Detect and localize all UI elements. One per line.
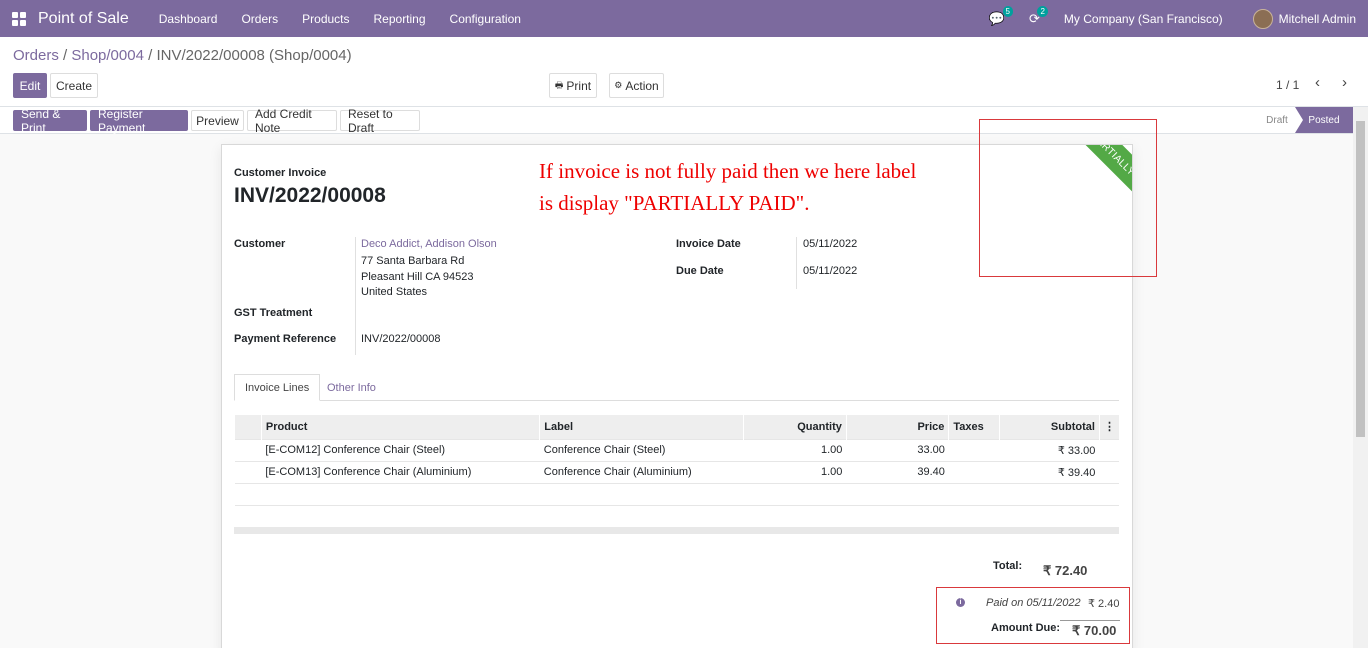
date-divider <box>796 237 797 289</box>
activity-badge: 2 <box>1037 5 1048 17</box>
invoice-lines-table: Product Label Quantity Price Taxes Subto… <box>234 415 1119 528</box>
customer-name[interactable]: Deco Addict, Addison Olson <box>361 238 497 250</box>
invoice-date-label: Invoice Date <box>676 238 741 250</box>
company-switcher[interactable]: My Company (San Francisco) <box>1064 12 1223 26</box>
payment-reference-label: Payment Reference <box>234 333 337 345</box>
customer-address-line3: United States <box>361 286 428 298</box>
breadcrumb-shop[interactable]: Shop/0004 <box>71 47 144 64</box>
reset-to-draft-button[interactable]: Reset to Draft <box>340 107 420 135</box>
user-menu[interactable]: Mitchell Admin <box>1279 12 1356 26</box>
header-product[interactable]: Product <box>260 415 540 439</box>
row-product: [E-COM12] Conference Chair (Steel) <box>261 438 540 461</box>
tab-other-info[interactable]: Other Info <box>317 374 386 401</box>
field-divider <box>355 237 356 355</box>
optional-columns-icon[interactable]: ⋮ <box>1098 415 1119 439</box>
preview-button[interactable]: Preview <box>191 110 244 131</box>
row-subtotal: ₹ 33.00 <box>999 438 1100 461</box>
top-navbar: Point of Sale Dashboard Orders Products … <box>0 0 1368 37</box>
annotation-line1: If invoice is not fully paid then we her… <box>539 159 917 183</box>
print-icon: 🖶 <box>554 79 564 90</box>
header-price[interactable]: Price <box>845 415 949 439</box>
row-product: [E-COM13] Conference Chair (Aluminium) <box>261 460 540 483</box>
menu-configuration[interactable]: Configuration <box>450 12 521 26</box>
total-value: ₹ 72.40 <box>1043 563 1088 578</box>
edit-button[interactable]: Edit <box>13 73 47 98</box>
annotation-line2: is display "PARTIALLY PAID". <box>539 191 810 215</box>
invoice-date-value: 05/11/2022 <box>803 238 858 250</box>
due-date-value: 05/11/2022 <box>803 265 858 277</box>
annotation-text: If invoice is not fully paid then we her… <box>539 155 916 219</box>
row-quantity: 1.00 <box>743 460 847 483</box>
activity-icon[interactable]: ⟳ 2 <box>1029 5 1048 27</box>
invoice-type: Customer Invoice <box>234 167 327 179</box>
header-quantity[interactable]: Quantity <box>743 415 847 439</box>
gear-icon: ⚙ <box>614 80 623 90</box>
amount-due-highlight-box <box>936 587 1130 644</box>
apps-menu-icon[interactable] <box>12 11 26 26</box>
header-label[interactable]: Label <box>539 415 744 439</box>
row-label: Conference Chair (Aluminium) <box>539 460 744 483</box>
header-subtotal[interactable]: Subtotal <box>999 415 1100 439</box>
control-panel: Orders / Shop/0004 / INV/2022/00008 (Sho… <box>0 37 1368 107</box>
menu-products[interactable]: Products <box>302 12 349 26</box>
row-taxes <box>948 460 1000 483</box>
table-header-row: Product Label Quantity Price Taxes Subto… <box>234 415 1119 439</box>
send-print-button[interactable]: Send & Print <box>13 107 87 135</box>
breadcrumb: Orders / Shop/0004 / INV/2022/00008 (Sho… <box>13 47 352 64</box>
header-handle <box>234 415 262 439</box>
table-empty-row <box>234 504 1119 528</box>
print-button[interactable]: 🖶 Print <box>549 73 597 98</box>
table-row[interactable]: [E-COM12] Conference Chair (Steel) Confe… <box>234 438 1119 461</box>
breadcrumb-orders[interactable]: Orders <box>13 47 59 64</box>
row-subtotal: ₹ 39.40 <box>999 460 1100 483</box>
table-empty-row <box>234 482 1119 505</box>
row-price: 33.00 <box>846 438 949 461</box>
chat-icon[interactable]: 💬 5 <box>989 5 1013 27</box>
customer-address-line1: 77 Santa Barbara Rd <box>361 255 465 267</box>
pager-previous-icon[interactable]: ‹ <box>1315 74 1320 91</box>
customer-label: Customer <box>234 238 286 250</box>
payment-reference-value: INV/2022/00008 <box>361 333 441 345</box>
pager-value[interactable]: 1 / 1 <box>1276 78 1299 92</box>
table-footer-bar <box>234 527 1119 534</box>
user-avatar[interactable] <box>1252 8 1273 29</box>
menu-orders[interactable]: Orders <box>241 12 278 26</box>
row-label: Conference Chair (Steel) <box>539 438 744 461</box>
stage-posted[interactable]: Posted <box>1295 107 1353 133</box>
customer-address-line2: Pleasant Hill CA 94523 <box>361 271 474 283</box>
chat-badge: 5 <box>1002 5 1013 17</box>
app-brand[interactable]: Point of Sale <box>38 10 129 28</box>
scrollbar[interactable] <box>1353 107 1368 648</box>
row-price: 39.40 <box>846 460 949 483</box>
header-taxes[interactable]: Taxes <box>948 415 1000 439</box>
pager-next-icon[interactable]: › <box>1342 74 1347 91</box>
menu-reporting[interactable]: Reporting <box>374 12 426 26</box>
register-payment-button[interactable]: Register Payment <box>90 107 188 135</box>
total-label: Total: <box>993 560 1023 572</box>
gst-treatment-label: GST Treatment <box>234 307 313 319</box>
table-row[interactable]: [E-COM13] Conference Chair (Aluminium) C… <box>234 460 1119 483</box>
scrollbar-thumb[interactable] <box>1356 121 1365 437</box>
action-button[interactable]: ⚙ Action <box>609 73 664 98</box>
due-date-label: Due Date <box>676 265 724 277</box>
breadcrumb-current: INV/2022/00008 (Shop/0004) <box>156 47 352 64</box>
menu-dashboard[interactable]: Dashboard <box>159 12 218 26</box>
tab-invoice-lines[interactable]: Invoice Lines <box>234 374 321 401</box>
row-taxes <box>948 438 1000 461</box>
add-credit-note-button[interactable]: Add Credit Note <box>247 107 337 135</box>
create-button[interactable]: Create <box>50 73 98 98</box>
ribbon-highlight-box <box>979 119 1157 277</box>
stage-draft[interactable]: Draft <box>1253 107 1301 133</box>
invoice-number: INV/2022/00008 <box>234 184 386 207</box>
row-quantity: 1.00 <box>743 438 847 461</box>
